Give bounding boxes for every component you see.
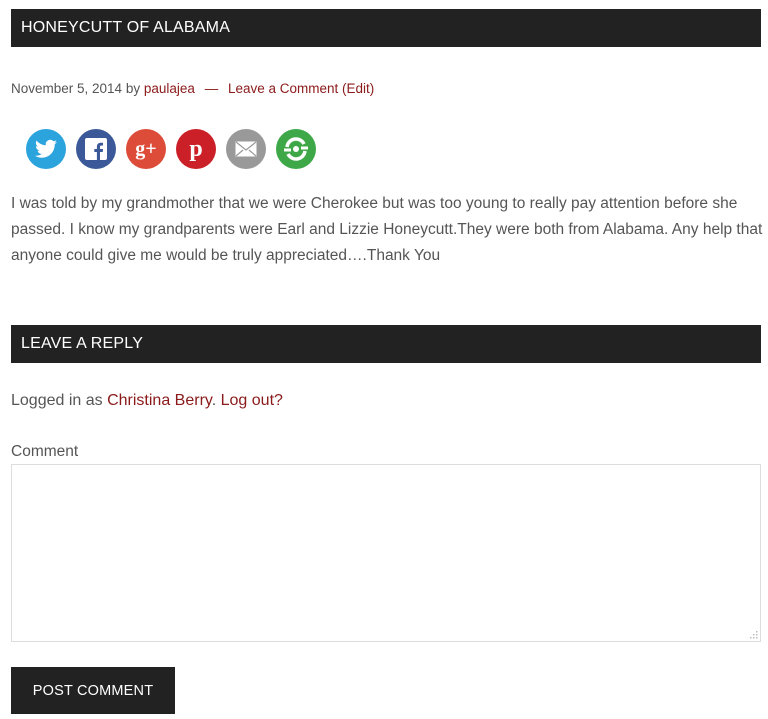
- post-meta: November 5, 2014 by paulajea — Leave a C…: [11, 81, 374, 96]
- google-plus-icon[interactable]: g+: [126, 129, 166, 169]
- logged-in-status: Logged in as Christina Berry. Log out?: [11, 392, 283, 410]
- reply-heading: LEAVE A REPLY: [11, 325, 761, 363]
- period: .: [211, 392, 217, 409]
- facebook-icon[interactable]: [76, 129, 116, 169]
- logout-link[interactable]: Log out?: [221, 392, 283, 409]
- share-buttons: g+ p: [26, 129, 316, 169]
- share-icon[interactable]: [276, 129, 316, 169]
- by-label: by: [125, 81, 141, 96]
- leave-comment-link[interactable]: Leave a Comment: [228, 81, 338, 96]
- author-link[interactable]: paulajea: [144, 81, 195, 96]
- comment-label: Comment: [11, 443, 79, 460]
- post-title: HONEYCUTT OF ALABAMA: [11, 9, 761, 47]
- post-body: I was told by my grandmother that we wer…: [11, 195, 763, 264]
- twitter-icon[interactable]: [26, 129, 66, 169]
- comment-textarea[interactable]: [11, 464, 761, 642]
- post-date: November 5, 2014: [11, 81, 123, 96]
- resize-grip-icon[interactable]: [748, 629, 758, 639]
- user-link[interactable]: Christina Berry: [107, 392, 212, 409]
- email-icon[interactable]: [226, 129, 266, 169]
- separator: —: [204, 81, 219, 96]
- logged-prefix: Logged in as: [11, 392, 103, 409]
- pinterest-icon[interactable]: p: [176, 129, 216, 169]
- edit-link[interactable]: (Edit): [342, 81, 374, 96]
- post-comment-button[interactable]: POST COMMENT: [11, 667, 175, 714]
